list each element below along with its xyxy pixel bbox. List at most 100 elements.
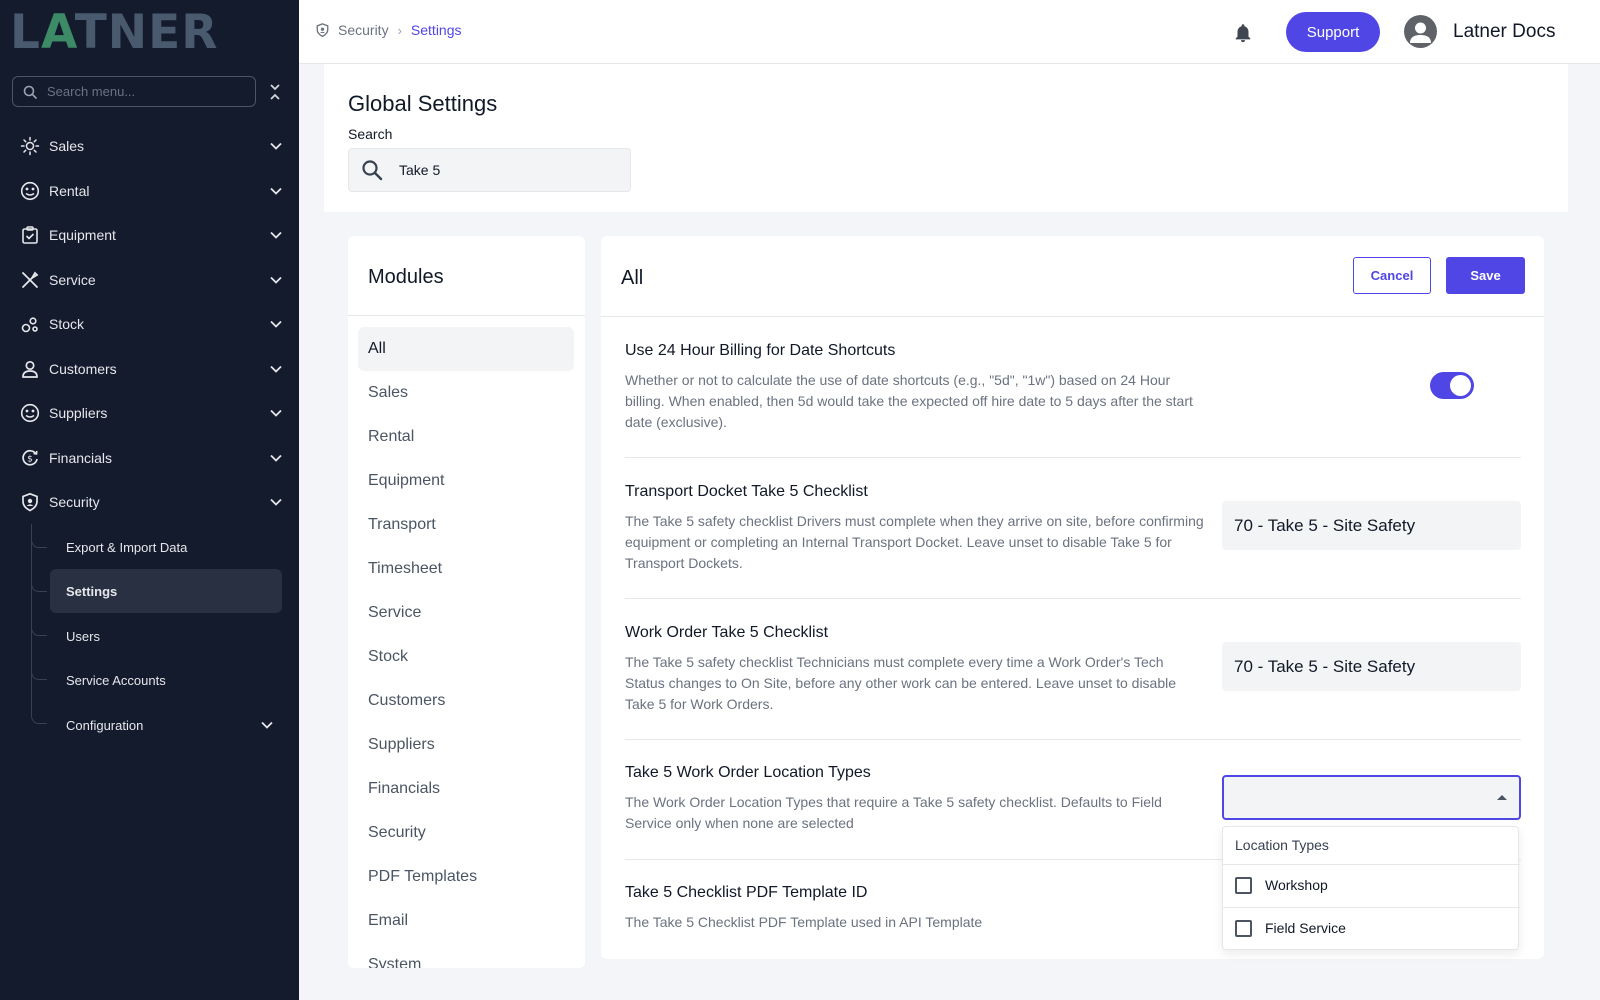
divider: [625, 598, 1521, 599]
sidebar-item-financials[interactable]: $ Financials: [0, 438, 299, 478]
module-item-equipment[interactable]: Equipment: [358, 459, 574, 503]
module-item-email[interactable]: Email: [358, 899, 574, 943]
sidebar-item-service[interactable]: Service: [0, 260, 299, 300]
option-label: Workshop: [1265, 877, 1328, 893]
sidebar-item-label: Service: [49, 272, 96, 288]
tools-icon: [20, 270, 40, 290]
breadcrumb-current: Settings: [410, 22, 462, 38]
sidebar-subitem-label: Configuration: [66, 717, 144, 733]
module-item-security[interactable]: Security: [358, 811, 574, 855]
sidebar-item-label: Sales: [49, 138, 85, 154]
location-types-dropdown: Location Types Workshop Field Service: [1222, 826, 1520, 950]
sidebar-subitem-label: Service Accounts: [66, 672, 166, 688]
shield-icon: [316, 23, 329, 38]
bell-icon[interactable]: [1232, 22, 1254, 44]
setting-description: The Take 5 safety checklist Drivers must…: [625, 513, 1204, 571]
module-item-transport[interactable]: Transport: [358, 503, 574, 547]
tree-branch: [31, 578, 47, 592]
module-item-service[interactable]: Service: [358, 591, 574, 635]
sidebar-item-label: Customers: [49, 361, 117, 377]
24-hour-billing-toggle[interactable]: [1430, 372, 1474, 399]
module-item-timesheet[interactable]: Timesheet: [358, 547, 574, 591]
chevron-down-icon: [270, 320, 282, 328]
module-item-rental[interactable]: Rental: [358, 415, 574, 459]
setting-title: Transport Docket Take 5 Checklist: [625, 483, 868, 500]
save-button[interactable]: Save: [1446, 257, 1525, 294]
setting-title: Take 5 Work Order Location Types: [625, 764, 871, 781]
shield-icon: [20, 492, 40, 512]
module-item-system[interactable]: System: [358, 943, 574, 968]
setting-title: Work Order Take 5 Checklist: [625, 624, 829, 641]
sales-icon: [20, 136, 40, 156]
modules-panel: Modules All Sales Rental Equipment Trans…: [348, 236, 585, 968]
avatar[interactable]: [1404, 15, 1437, 48]
work-order-checklist-select[interactable]: 70 - Take 5 - Site Safety: [1222, 642, 1521, 691]
settings-search[interactable]: [348, 148, 631, 192]
transport-docket-checklist-select[interactable]: 70 - Take 5 - Site Safety: [1222, 501, 1521, 550]
suppliers-icon: [20, 403, 40, 423]
modules-title: Modules: [368, 266, 444, 288]
checkbox[interactable]: [1235, 919, 1252, 937]
sidebar-item-security[interactable]: Security: [0, 482, 299, 522]
chevron-down-icon: [270, 365, 282, 373]
sidebar-subitem-export-import[interactable]: Export & Import Data: [50, 525, 282, 569]
chevron-down-icon: [270, 409, 282, 417]
caret-up-icon: [1497, 795, 1507, 800]
sidebar-item-suppliers[interactable]: Suppliers: [0, 393, 299, 433]
sidebar-subitem-settings[interactable]: Settings: [50, 569, 282, 613]
sidebar-item-label: Rental: [49, 183, 90, 199]
tree-branch: [31, 622, 47, 636]
chevron-down-icon: [270, 142, 282, 150]
settings-search-input[interactable]: [399, 162, 619, 178]
sidebar-item-label: Financials: [49, 450, 113, 466]
sidebar-item-stock[interactable]: Stock: [0, 304, 299, 344]
sidebar-item-customers[interactable]: Customers: [0, 349, 299, 389]
tree-line: [31, 524, 32, 712]
latner-logo[interactable]: LATNER: [10, 8, 280, 56]
module-item-pdf-templates[interactable]: PDF Templates: [358, 855, 574, 899]
sidebar-subitem-label: Export & Import Data: [66, 539, 188, 555]
menu-search[interactable]: [12, 76, 256, 107]
equipment-icon: [20, 225, 40, 245]
sidebar-item-sales[interactable]: Sales: [0, 126, 299, 166]
location-types-multiselect[interactable]: [1222, 775, 1521, 820]
setting-title: Use 24 Hour Billing for Date Shortcuts: [625, 342, 896, 359]
module-item-all[interactable]: All: [358, 327, 574, 371]
option-workshop[interactable]: Workshop: [1235, 865, 1505, 905]
sidebar-subitem-label: Settings: [66, 583, 118, 599]
tree-branch: [31, 710, 47, 724]
financials-icon: $: [20, 448, 40, 468]
module-item-suppliers[interactable]: Suppliers: [358, 723, 574, 767]
checkbox[interactable]: [1235, 876, 1252, 894]
chevron-down-icon: [270, 454, 282, 462]
chevron-right-icon: ›: [397, 22, 402, 38]
sidebar-item-equipment[interactable]: Equipment: [0, 215, 299, 255]
svg-text:$: $: [27, 455, 33, 465]
support-button[interactable]: Support: [1286, 12, 1380, 52]
breadcrumb-security-link[interactable]: Security: [338, 22, 389, 38]
sidebar-subitem-label: Users: [66, 628, 100, 644]
sidebar-subitem-configuration[interactable]: Configuration: [50, 703, 282, 747]
user-name[interactable]: Latner Docs: [1453, 21, 1555, 43]
divider: [348, 315, 585, 316]
module-item-sales[interactable]: Sales: [358, 371, 574, 415]
module-item-financials[interactable]: Financials: [358, 767, 574, 811]
divider: [601, 316, 1544, 317]
settings-title: All: [621, 267, 644, 289]
setting-description: The Take 5 Checklist PDF Template used i…: [625, 914, 983, 930]
module-item-customers[interactable]: Customers: [358, 679, 574, 723]
sidebar-item-rental[interactable]: Rental: [0, 171, 299, 211]
top-header: Security › Settings Support Latner Docs: [299, 0, 1600, 64]
toggle-knob: [1450, 375, 1471, 396]
cancel-button[interactable]: Cancel: [1353, 257, 1431, 294]
collapse-icon[interactable]: [268, 82, 282, 102]
page-title: Global Settings: [348, 91, 498, 116]
menu-search-input[interactable]: [47, 84, 237, 99]
sidebar-subitem-users[interactable]: Users: [50, 614, 282, 658]
setting-description: The Work Order Location Types that requi…: [625, 794, 1162, 831]
tree-branch: [31, 666, 47, 680]
option-field-service[interactable]: Field Service: [1235, 908, 1505, 948]
sidebar-subitem-service-accounts[interactable]: Service Accounts: [50, 658, 282, 702]
person-icon: [20, 359, 40, 379]
module-item-stock[interactable]: Stock: [358, 635, 574, 679]
